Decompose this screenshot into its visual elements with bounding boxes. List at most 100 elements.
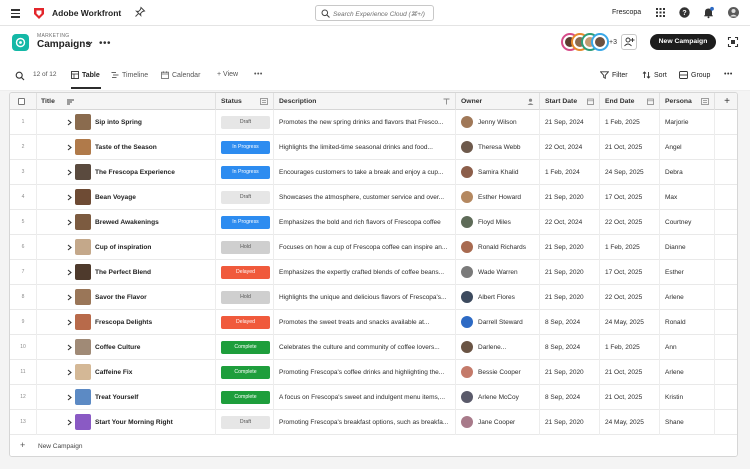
title-cell[interactable]: Start Your Morning Right (37, 410, 216, 435)
tab-table[interactable]: Table (71, 71, 100, 79)
expand-chevron-icon[interactable] (67, 394, 72, 401)
owner-cell[interactable]: Darrell Steward (456, 310, 540, 335)
status-badge[interactable]: Hold (221, 291, 270, 304)
description-cell[interactable]: Promoting Frescopa's breakfast options, … (274, 410, 456, 435)
expand-chevron-icon[interactable] (67, 269, 72, 276)
start-date-cell[interactable]: 22 Oct, 2024 (540, 135, 600, 160)
table-row[interactable]: 2 Taste of the Season In Progress Highli… (10, 135, 737, 160)
end-date-cell[interactable]: 24 May, 2025 (600, 410, 660, 435)
description-cell[interactable]: Emphasizes the expertly crafted blends o… (274, 260, 456, 285)
description-cell[interactable]: Highlights the limited-time seasonal dri… (274, 135, 456, 160)
new-campaign-button[interactable]: New Campaign (650, 34, 716, 50)
expand-chevron-icon[interactable] (67, 419, 72, 426)
pin-icon[interactable] (134, 6, 146, 18)
status-cell[interactable]: Hold (216, 285, 274, 310)
owner-cell[interactable]: Jenny Wilson (456, 110, 540, 135)
table-row[interactable]: 5 Brewed Awakenings In Progress Emphasiz… (10, 210, 737, 235)
status-cell[interactable]: In Progress (216, 210, 274, 235)
campaign-title[interactable]: Frescopa Delights (95, 310, 152, 335)
tab-calendar[interactable]: Calendar (161, 71, 200, 79)
column-header-title[interactable]: Title (37, 93, 216, 110)
status-badge[interactable]: Complete (221, 391, 270, 404)
campaign-title[interactable]: Brewed Awakenings (95, 210, 159, 235)
table-row[interactable]: 3 The Frescopa Experience In Progress En… (10, 160, 737, 185)
status-badge[interactable]: Hold (221, 241, 270, 254)
views-more-button[interactable]: ••• (254, 71, 263, 78)
title-cell[interactable]: Coffee Culture (37, 335, 216, 360)
status-cell[interactable]: Draft (216, 185, 274, 210)
end-date-cell[interactable]: 1 Feb, 2025 (600, 335, 660, 360)
filter-button[interactable]: Filter (599, 71, 628, 80)
table-row[interactable]: 7 The Perfect Blend Delayed Emphasizes t… (10, 260, 737, 285)
owner-cell[interactable]: Theresa Webb (456, 135, 540, 160)
table-row[interactable]: 1 Sip into Spring Draft Promotes the new… (10, 110, 737, 135)
status-cell[interactable]: Complete (216, 385, 274, 410)
end-date-cell[interactable]: 17 Oct, 2025 (600, 185, 660, 210)
persona-cell[interactable]: Marjorie (660, 110, 715, 135)
status-cell[interactable]: Draft (216, 110, 274, 135)
status-badge[interactable]: Delayed (221, 266, 270, 279)
end-date-cell[interactable]: 22 Oct, 2025 (600, 285, 660, 310)
end-date-cell[interactable]: 21 Oct, 2025 (600, 360, 660, 385)
help-icon[interactable]: ? (678, 6, 691, 19)
user-profile-icon[interactable] (727, 6, 740, 19)
status-cell[interactable]: Complete (216, 335, 274, 360)
persona-cell[interactable]: Kristin (660, 385, 715, 410)
campaign-title[interactable]: The Perfect Blend (95, 260, 151, 285)
start-date-cell[interactable]: 22 Oct, 2024 (540, 210, 600, 235)
column-header-start-date[interactable]: Start Date (540, 93, 600, 110)
add-view-button[interactable]: + View (217, 71, 238, 78)
expand-chevron-icon[interactable] (67, 369, 72, 376)
title-cell[interactable]: The Perfect Blend (37, 260, 216, 285)
table-row[interactable]: 9 Frescopa Delights Delayed Promotes the… (10, 310, 737, 335)
start-date-cell[interactable]: 8 Sep, 2024 (540, 335, 600, 360)
end-date-cell[interactable]: 22 Oct, 2025 (600, 210, 660, 235)
description-cell[interactable]: Showcases the atmosphere, customer servi… (274, 185, 456, 210)
title-cell[interactable]: Sip into Spring (37, 110, 216, 135)
end-date-cell[interactable]: 24 Sep, 2025 (600, 160, 660, 185)
persona-cell[interactable]: Ronald (660, 310, 715, 335)
expand-chevron-icon[interactable] (67, 119, 72, 126)
title-cell[interactable]: Taste of the Season (37, 135, 216, 160)
persona-cell[interactable]: Shane (660, 410, 715, 435)
table-row[interactable]: 12 Treat Yourself Complete A focus on Fr… (10, 385, 737, 410)
status-badge[interactable]: Draft (221, 116, 270, 129)
add-row-footer[interactable]: + New Campaign (10, 435, 737, 456)
expand-chevron-icon[interactable] (67, 194, 72, 201)
toolbar-more-button[interactable]: ••• (724, 71, 733, 78)
status-cell[interactable]: Delayed (216, 260, 274, 285)
title-cell[interactable]: Bean Voyage (37, 185, 216, 210)
start-date-cell[interactable]: 21 Sep, 2020 (540, 360, 600, 385)
start-date-cell[interactable]: 21 Sep, 2020 (540, 235, 600, 260)
end-date-cell[interactable]: 21 Oct, 2025 (600, 135, 660, 160)
status-badge[interactable]: Delayed (221, 316, 270, 329)
campaign-title[interactable]: Bean Voyage (95, 185, 136, 210)
title-cell[interactable]: Frescopa Delights (37, 310, 216, 335)
global-search-input[interactable]: Search Experience Cloud (⌘+/) (315, 5, 434, 21)
persona-cell[interactable]: Esther (660, 260, 715, 285)
description-cell[interactable]: A focus on Frescopa's sweet and indulgen… (274, 385, 456, 410)
hamburger-menu-icon[interactable] (10, 7, 22, 19)
table-row[interactable]: 13 Start Your Morning Right Draft Promot… (10, 410, 737, 435)
status-badge[interactable]: Complete (221, 341, 270, 354)
title-cell[interactable]: Caffeine Fix (37, 360, 216, 385)
add-collaborator-button[interactable] (621, 34, 637, 50)
status-cell[interactable]: In Progress (216, 160, 274, 185)
description-cell[interactable]: Highlights the unique and delicious flav… (274, 285, 456, 310)
title-cell[interactable]: Savor the Flavor (37, 285, 216, 310)
table-row[interactable]: 11 Caffeine Fix Complete Promoting Fresc… (10, 360, 737, 385)
status-cell[interactable]: Hold (216, 235, 274, 260)
end-date-cell[interactable]: 1 Feb, 2025 (600, 110, 660, 135)
expand-chevron-icon[interactable] (67, 294, 72, 301)
campaign-title[interactable]: Cup of inspiration (95, 235, 151, 260)
column-header-status[interactable]: Status (216, 93, 274, 110)
collaborator-overflow-count[interactable]: +3 (609, 39, 617, 46)
owner-cell[interactable]: Samira Khalid (456, 160, 540, 185)
owner-cell[interactable]: Darlene... (456, 335, 540, 360)
status-badge[interactable]: In Progress (221, 166, 270, 179)
table-row[interactable]: 4 Bean Voyage Draft Showcases the atmosp… (10, 185, 737, 210)
status-badge[interactable]: In Progress (221, 216, 270, 229)
start-date-cell[interactable]: 21 Sep, 2020 (540, 260, 600, 285)
title-cell[interactable]: Treat Yourself (37, 385, 216, 410)
org-switcher[interactable]: Frescopa (612, 9, 641, 16)
